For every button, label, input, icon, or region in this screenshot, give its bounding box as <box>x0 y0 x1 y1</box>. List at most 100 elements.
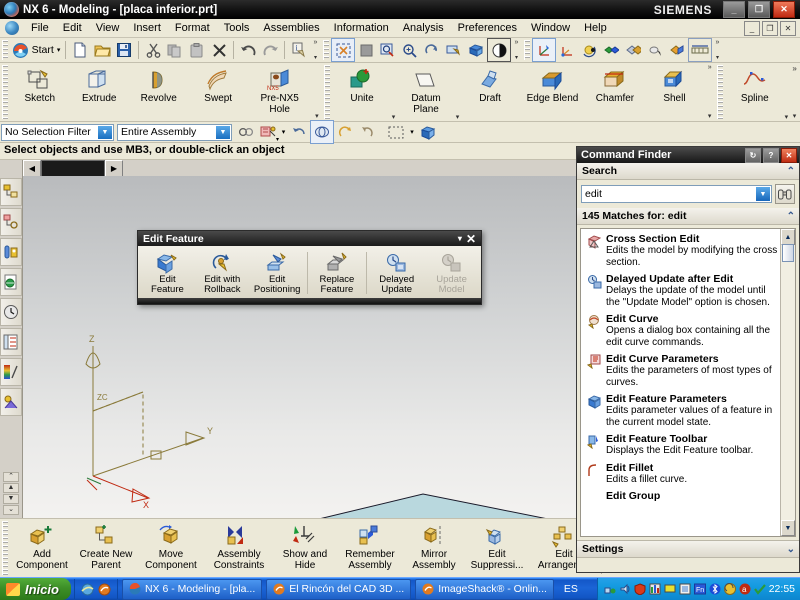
chevron-up-icon[interactable]: ⌃ <box>787 166 799 177</box>
edit-with-rollback-button[interactable]: Edit with Rollback <box>195 248 250 298</box>
swept-button[interactable]: Swept <box>188 63 247 121</box>
redo-icon[interactable] <box>259 39 281 61</box>
constraint-navigator-icon[interactable] <box>0 208 22 236</box>
binoculars-icon[interactable] <box>775 184 795 204</box>
menu-analysis[interactable]: Analysis <box>396 20 451 36</box>
start-button[interactable]: Inicio <box>0 578 71 600</box>
menu-preferences[interactable]: Preferences <box>451 20 524 36</box>
list-item[interactable]: Edit Feature Parameters Edits parameter … <box>584 392 781 432</box>
scroll-right-button[interactable]: ▶ <box>105 159 123 177</box>
menu-window[interactable]: Window <box>524 20 577 36</box>
start-menu-button[interactable]: Start ▾ <box>10 39 62 61</box>
general-selection-icon[interactable] <box>235 121 257 143</box>
add-component-button[interactable]: Add Component <box>10 519 74 577</box>
scroll-left-button[interactable]: ◀ <box>23 159 41 177</box>
mdi-restore-button[interactable]: ❐ <box>762 20 778 36</box>
language-indicator[interactable]: ES <box>554 583 588 595</box>
monitor-icon[interactable] <box>664 583 676 595</box>
mdi-close-button[interactable]: ✕ <box>780 20 796 36</box>
toolbar-grip[interactable] <box>717 65 724 119</box>
measure-distance-icon[interactable] <box>688 38 712 62</box>
internet-explorer-icon[interactable] <box>81 583 94 596</box>
wcs-dynamics-icon[interactable] <box>532 38 556 62</box>
menu-help[interactable]: Help <box>577 20 614 36</box>
perspective-icon[interactable] <box>487 38 511 62</box>
wcs-rotate-icon[interactable] <box>578 39 600 61</box>
menu-insert[interactable]: Insert <box>126 20 168 36</box>
update-model-button[interactable]: Update Model <box>424 248 479 298</box>
web-browser-icon[interactable] <box>0 268 22 296</box>
list-item[interactable]: Edit Feature Toolbar Displays the Edit F… <box>584 432 781 461</box>
chevron-down-icon[interactable]: ⌄ <box>787 544 799 555</box>
move-to-layer-icon[interactable] <box>622 39 644 61</box>
menu-information[interactable]: Information <box>327 20 396 36</box>
window-restore-button[interactable]: ❐ <box>748 1 770 18</box>
dialog-close-icon[interactable]: ✕ <box>466 232 476 246</box>
feature-group2-overflow[interactable]: » ▾ <box>704 63 715 121</box>
menu-format[interactable]: Format <box>168 20 217 36</box>
assembly-constraints-button[interactable]: Assembly Constraints <box>204 519 274 577</box>
replace-feature-button[interactable]: Replace Feature <box>309 248 364 298</box>
wcs-origin-icon[interactable] <box>556 39 578 61</box>
highlight-icon[interactable] <box>334 121 356 143</box>
edit-positioning-button[interactable]: Edit Positioning <box>250 248 305 298</box>
layer-visible-icon[interactable] <box>666 39 688 61</box>
pan-icon[interactable] <box>443 39 465 61</box>
save-icon[interactable] <box>113 39 135 61</box>
information-icon[interactable]: i <box>288 39 310 61</box>
paste-icon[interactable] <box>186 39 208 61</box>
bluetooth-icon[interactable] <box>709 583 721 595</box>
toolbar-grip[interactable] <box>324 65 331 119</box>
up-one-level-icon[interactable] <box>288 121 310 143</box>
menu-assemblies[interactable]: Assemblies <box>256 20 326 36</box>
snap-point-icon[interactable]: ▾ <box>257 121 279 143</box>
window-minimize-button[interactable]: _ <box>723 1 745 18</box>
menu-edit[interactable]: Edit <box>56 20 89 36</box>
resource-nav-top[interactable]: ⌃ <box>3 472 19 482</box>
window-close-button[interactable]: ✕ <box>773 1 795 18</box>
search-input[interactable]: edit ▼ <box>581 185 772 203</box>
zoom-window-icon[interactable] <box>355 39 377 61</box>
command-finder-panel[interactable]: Command Finder ↻ ? ✕ Search ⌃ edit ▼ 145… <box>576 146 800 573</box>
equalizer-icon[interactable] <box>649 583 661 595</box>
help-icon[interactable]: ? <box>763 147 779 163</box>
assembly-navigator-icon[interactable] <box>0 178 22 206</box>
scroll-down-button[interactable]: ▼ <box>781 520 795 536</box>
sketch-button[interactable]: Sketch <box>10 63 69 121</box>
snap-point-caret-icon[interactable]: ▾ <box>279 121 288 143</box>
dialog-options-caret-icon[interactable]: ▾ <box>458 234 462 243</box>
checkmark-icon[interactable] <box>753 583 766 595</box>
feature-group3-overflow[interactable]: » ▾ <box>789 63 800 121</box>
copy-to-layer-icon[interactable] <box>644 39 666 61</box>
resource-bar-nav[interactable]: ⌃ ▲ ▼ ⌄ <box>2 472 20 518</box>
toolbar-grip[interactable] <box>323 40 329 60</box>
system-materials-icon[interactable] <box>0 358 22 386</box>
list-item[interactable]: Delayed Update after Edit Delays the upd… <box>584 272 781 312</box>
standard-toolbar-overflow[interactable]: » ▾ <box>310 38 321 62</box>
refresh-icon[interactable]: ↻ <box>745 147 761 163</box>
pre-nx5-hole-button[interactable]: NX5 Pre-NX5 Hole <box>248 63 311 121</box>
fit-view-icon[interactable] <box>331 38 355 62</box>
show-and-hide-button[interactable]: Show and Hide <box>274 519 336 577</box>
chamfer-button[interactable]: Chamfer <box>585 63 644 121</box>
firefox-icon[interactable] <box>98 583 111 596</box>
command-finder-search-section[interactable]: Search ⌃ <box>577 163 799 180</box>
list-item[interactable]: Edit Curve Opens a dialog box containing… <box>584 312 781 352</box>
extrude-button[interactable]: Extrude <box>69 63 128 121</box>
edit-feature-dialog[interactable]: Edit Feature ▾ ✕ Edit Feature Edit with … <box>137 230 482 305</box>
mdi-minimize-button[interactable]: _ <box>744 20 760 36</box>
zoom-icon[interactable] <box>399 39 421 61</box>
part-navigator-icon[interactable] <box>0 238 22 266</box>
zoom-fit-icon[interactable] <box>377 39 399 61</box>
list-item[interactable]: Edit Curve Parameters Edits the paramete… <box>584 352 781 392</box>
toolbar-grip[interactable] <box>2 65 8 119</box>
list-item[interactable]: Edit Fillet Edits a fillet curve. <box>584 461 781 490</box>
shell-button[interactable]: Shell <box>645 63 704 121</box>
resource-nav-bottom[interactable]: ⌄ <box>3 505 19 515</box>
list-item[interactable]: Cross Section Edit Edits the model by mo… <box>584 232 781 272</box>
delayed-update-button[interactable]: Delayed Update <box>369 248 424 298</box>
reuse-library-icon[interactable] <box>0 328 22 356</box>
selection-filter-combo[interactable]: No Selection Filter ▼ <box>1 123 114 141</box>
toolbar-grip[interactable] <box>2 40 8 60</box>
toolbar-grip[interactable] <box>2 521 8 575</box>
